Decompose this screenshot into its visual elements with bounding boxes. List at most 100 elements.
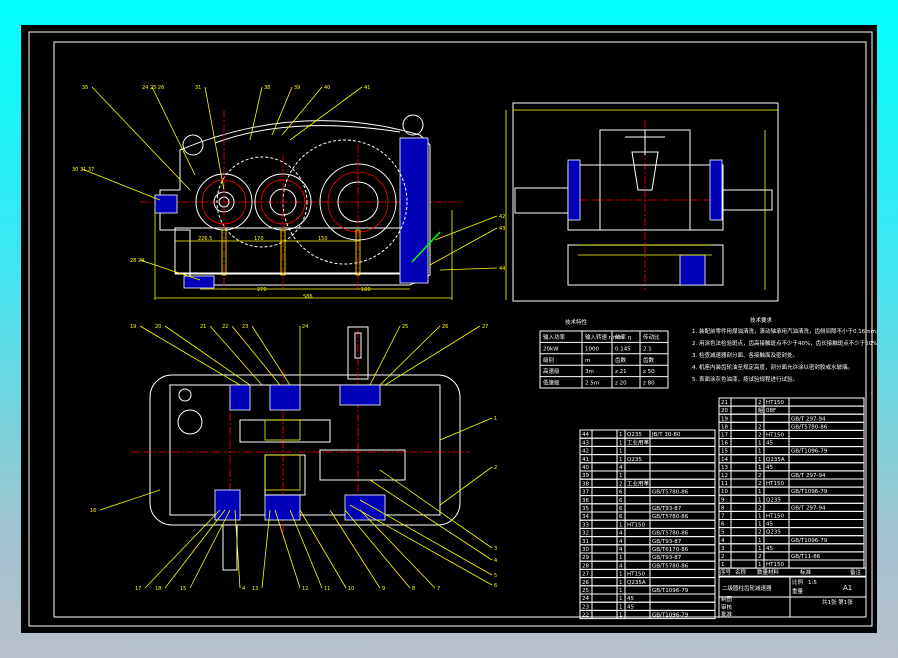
parts-cell: HT150 <box>766 433 784 439</box>
parts-row <box>718 478 865 488</box>
plan-view-part-label: 18 <box>155 586 161 592</box>
parts-cell: 1 <box>758 522 762 528</box>
leader-line <box>281 86 323 136</box>
parts-cell: 3 <box>721 546 725 552</box>
plan-view-part-label: 25 <box>402 324 408 330</box>
front-view-part-label: 42 <box>499 214 505 220</box>
parts-header-cell: 材料 <box>768 568 780 576</box>
parts-cell: 10 <box>721 489 728 495</box>
parts-cell: 26 <box>582 580 589 586</box>
plan-view-part-label: 12 <box>302 586 308 592</box>
signature-label: 制图 <box>721 595 733 603</box>
parts-cell: JB/T 30-80 <box>651 432 681 438</box>
parts-cell: 32 <box>582 531 589 537</box>
parts-cell: 13 <box>721 465 728 471</box>
parts-header-cell: 序号 <box>720 568 732 576</box>
parts-cell: GB/T1096-79 <box>652 588 689 594</box>
parts-cell: 2 <box>758 400 762 406</box>
title-block: 二级圆柱齿轮减速器 比例 1:5 重量 A1 共1张 第1张 制图审核批准 <box>718 576 867 618</box>
parts-cell: 22 <box>582 613 589 619</box>
parts-cell: 組 <box>758 406 764 414</box>
parts-row <box>579 585 716 595</box>
plan-view-part-label: 5 <box>494 573 497 579</box>
parts-row <box>718 405 865 415</box>
parts-cell: 45 <box>627 596 634 602</box>
plan-view-part-label: 15 <box>180 586 186 592</box>
front-view-part-label: 31 <box>195 85 201 91</box>
note-item: 5. 表面涂灰色油漆，按试验规程进行试验。 <box>692 375 798 383</box>
cad-drawing-canvas[interactable]: 35 24 25 26 31 38 39 40 41 30 31 37 28 29 42 43 44 2… <box>21 25 877 633</box>
technical-characteristics-table: 技术特性输入功率 输入转速 r/min效率 η 传动比20kW 1000 0.145 2.… <box>539 318 669 389</box>
parts-row <box>718 519 865 529</box>
parts-cell: GB/T5780-86 <box>791 424 828 430</box>
parts-cell: 35 <box>582 506 589 512</box>
parts-cell: 2 <box>758 505 762 511</box>
parts-row <box>579 568 716 579</box>
parts-cell: 30 <box>582 547 589 553</box>
parts-header-cell: 数量 <box>757 568 769 576</box>
parts-cell: 08F <box>766 408 776 414</box>
parts-cell: GB/T 297-94 <box>791 505 826 511</box>
technical-requirements: 技术要求 1. 装配前零件用煤油清洗，滚动轴承用汽油清洗，齿侧间隙不小于0.16m… <box>692 316 877 383</box>
front-view-part-label: 35 <box>82 85 88 91</box>
front-view-part-label: 39 <box>294 85 300 91</box>
parts-cell: GB/T1096-79 <box>791 538 828 544</box>
parts-cell: 19 <box>721 416 728 422</box>
tech-table-cell: z 50 <box>643 369 655 375</box>
parts-cell: 6 <box>619 514 623 520</box>
parts-cell: 4 <box>619 539 623 545</box>
signature-label: 审核 <box>721 603 733 611</box>
parts-cell: 6 <box>619 498 623 504</box>
parts-cell: 21 <box>721 400 728 406</box>
leader-line <box>189 509 231 589</box>
parts-cell: 1 <box>619 555 623 561</box>
parts-header-cell: 标准 <box>800 568 812 576</box>
parts-cell: 1 <box>758 465 762 471</box>
parts-row <box>579 560 716 570</box>
tech-table-cell: 高速级 <box>543 367 560 375</box>
parts-cell: 1 <box>758 489 762 495</box>
leader-line <box>144 509 221 589</box>
parts-cell: 29 <box>582 555 589 561</box>
leader-line <box>231 325 281 386</box>
parts-cell: Q235 <box>766 497 781 503</box>
dimension-label: 586 <box>303 294 313 300</box>
front-view-part-label: 38 <box>264 85 270 91</box>
parts-cell: GB/T1096-79 <box>791 489 828 495</box>
leader-line <box>379 325 441 386</box>
dimension-label: 170 <box>254 236 264 242</box>
parts-cell: 2 <box>758 481 762 487</box>
leader-line <box>164 325 251 386</box>
parts-cell: 2 <box>721 554 725 560</box>
leader-line <box>151 86 196 176</box>
tech-table-header: 输入功率 <box>543 333 566 341</box>
parts-cell: 1 <box>619 473 623 479</box>
parts-cell: GB/T6170-86 <box>652 547 689 553</box>
parts-cell: 1 <box>619 580 623 586</box>
plan-view-part-label: 19 <box>130 324 136 330</box>
parts-cell: GB/T93-87 <box>652 539 682 545</box>
parts-cell: GB/T 297-94 <box>791 416 826 422</box>
parts-cell: 44 <box>582 432 589 438</box>
parts-row <box>579 577 716 587</box>
tech-table-cell: 低速级 <box>543 379 560 387</box>
note-item: 1. 装配前零件用煤油清洗，滚动轴承用汽油清洗，齿侧间隙不小于0.16mm。 <box>692 327 877 335</box>
plan-view-part-label: 13 <box>252 586 258 592</box>
parts-row <box>579 536 716 546</box>
parts-cell: 4 <box>619 547 623 553</box>
leader-line <box>434 215 498 241</box>
plan-view-part-label: 26 <box>442 324 448 330</box>
leader-line <box>204 86 225 191</box>
parts-cell: 15 <box>721 449 728 455</box>
parts-cell: 2 <box>619 481 623 487</box>
parts-cell: 9 <box>721 497 725 503</box>
tech-table-cell: z 20 <box>615 381 627 387</box>
leader-line <box>274 509 301 589</box>
leader-line <box>379 469 493 549</box>
tech-table-cell: 20kW <box>543 346 559 352</box>
notes-title: 技术要求 <box>750 316 773 324</box>
parts-row <box>718 559 865 569</box>
parts-cell: GB/T11-86 <box>791 554 821 560</box>
leader-line <box>429 227 498 266</box>
leader-line <box>439 267 498 271</box>
